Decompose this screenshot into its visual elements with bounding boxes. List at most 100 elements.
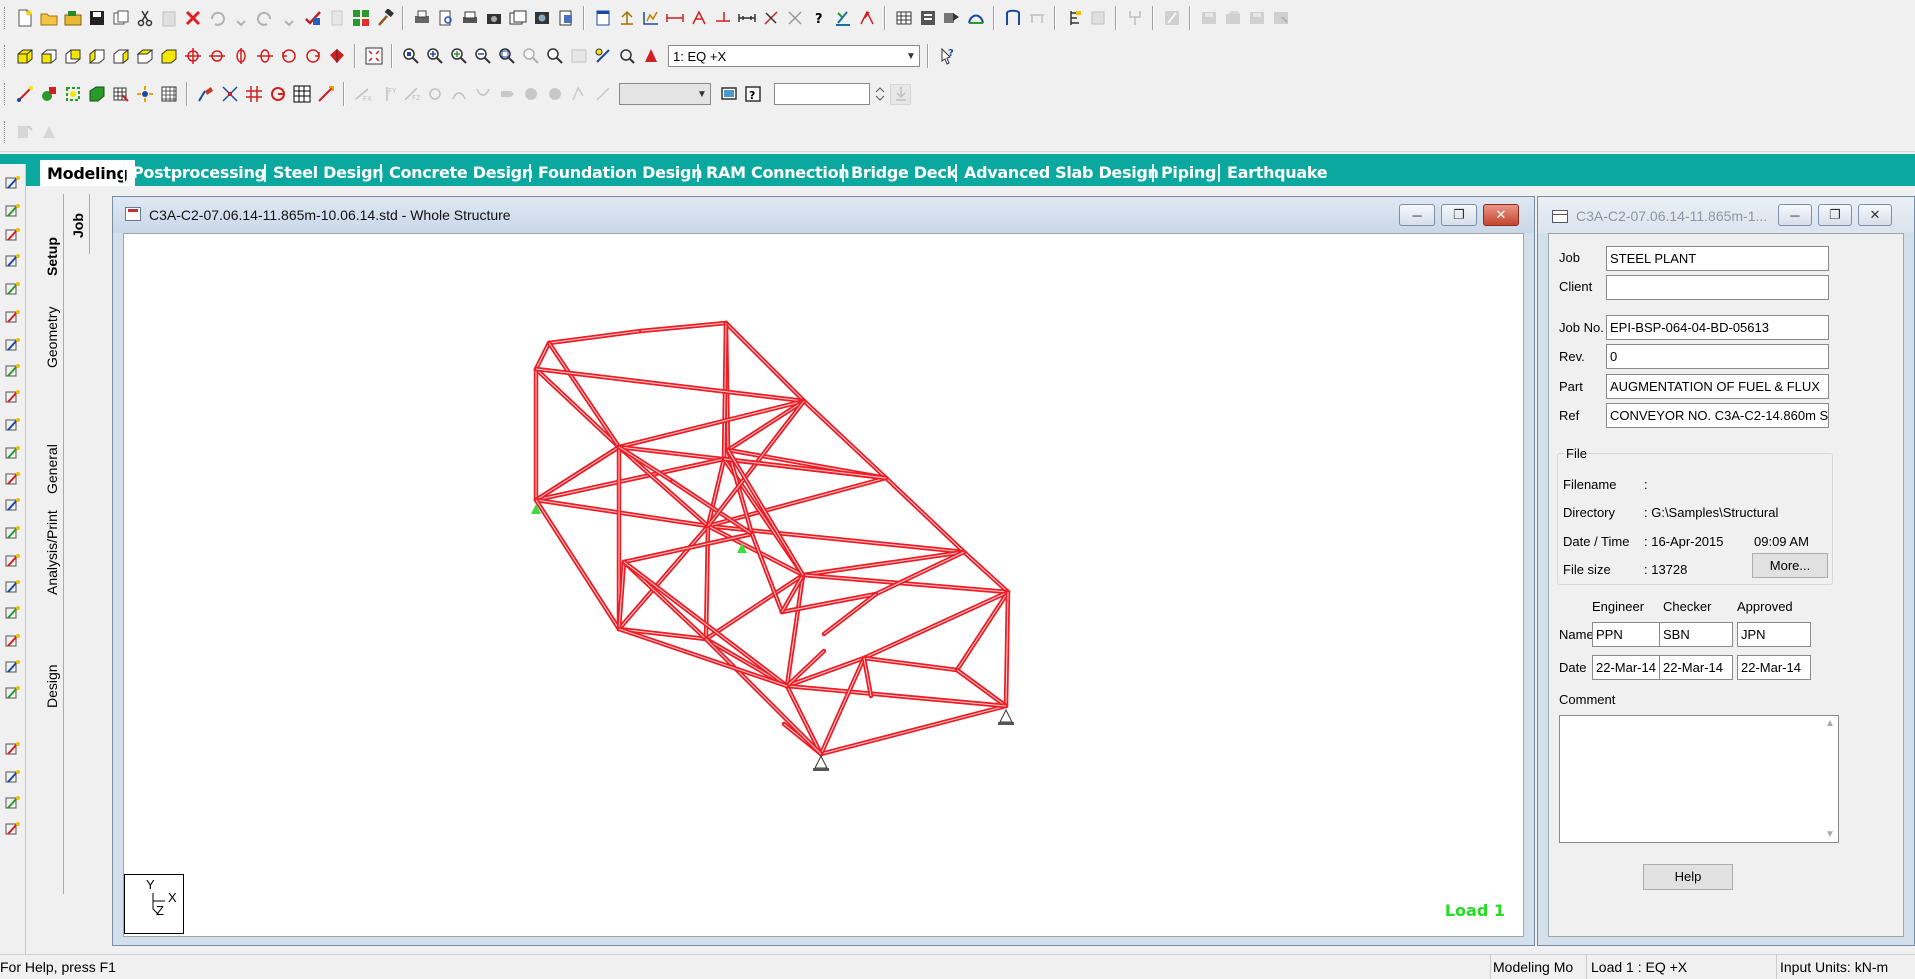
3d-rotate-icon[interactable] <box>326 46 347 67</box>
beam-spec-icon[interactable] <box>688 8 709 29</box>
dimension-icon[interactable] <box>640 8 661 29</box>
solid-add-icon[interactable] <box>4 308 22 326</box>
rotate-left-icon[interactable] <box>230 46 251 67</box>
delete-view-icon[interactable] <box>1246 8 1267 29</box>
magnifier-icon[interactable] <box>592 46 613 67</box>
post-icon[interactable] <box>4 552 22 570</box>
displacement-icon[interactable] <box>568 84 589 105</box>
support-bottom-right[interactable] <box>998 708 1014 725</box>
member-load-icon[interactable] <box>4 794 22 812</box>
spin-right-icon[interactable] <box>302 46 323 67</box>
hammer-icon[interactable] <box>374 8 395 29</box>
toolbar-grip[interactable] <box>4 7 7 29</box>
scroll-down-icon[interactable]: ▼ <box>1825 829 1835 840</box>
report-icon[interactable] <box>4 604 22 622</box>
checker-date-field[interactable]: 22-Mar-14 <box>1659 655 1733 680</box>
my-icon[interactable] <box>448 84 469 105</box>
grid-node-icon[interactable] <box>291 84 312 105</box>
side-tab-job[interactable]: Job <box>70 213 86 238</box>
snap-grid-icon[interactable] <box>195 84 216 105</box>
structure-window-titlebar[interactable]: C3A-C2-07.06.14-11.865m-10.06.14.std - W… <box>113 197 1534 233</box>
force-icon[interactable] <box>496 84 517 105</box>
display-options-icon[interactable] <box>363 46 384 67</box>
add-plate-icon[interactable] <box>243 84 264 105</box>
redo-list-icon[interactable] <box>278 8 299 29</box>
tab-ram-connection[interactable]: RAM Connection <box>700 160 855 186</box>
beams-cursor-icon[interactable] <box>38 84 59 105</box>
zoom-window-icon[interactable] <box>472 46 493 67</box>
export-view-icon[interactable] <box>1270 8 1291 29</box>
job-field[interactable]: STEEL PLANT <box>1606 246 1829 271</box>
camera-icon[interactable] <box>507 8 528 29</box>
design-icon[interactable] <box>4 578 22 596</box>
tab-earthquake[interactable]: Earthquake <box>1221 160 1333 186</box>
paste-icon[interactable] <box>158 8 179 29</box>
tag-off-icon[interactable] <box>760 8 781 29</box>
fz-icon[interactable]: FZ <box>400 84 421 105</box>
node-add-icon[interactable] <box>4 226 22 244</box>
material-icon[interactable] <box>4 496 22 514</box>
beam-add-icon[interactable] <box>4 252 22 270</box>
left-view-icon[interactable] <box>86 46 107 67</box>
job-panel-restore-button[interactable]: ❐ <box>1818 204 1852 226</box>
front-view-icon[interactable] <box>38 46 59 67</box>
zoom-dynamic-icon[interactable] <box>496 46 517 67</box>
moment-icon[interactable] <box>520 84 541 105</box>
part-field[interactable]: AUGMENTATION OF FUEL & FLUX <box>1606 374 1829 399</box>
minimize-button[interactable]: ─ <box>1399 204 1435 226</box>
comment-scrollbar[interactable]: ▲ ▼ <box>1821 716 1838 842</box>
labels-icon[interactable]: ? <box>808 8 829 29</box>
close-button[interactable]: ✕ <box>1483 204 1519 226</box>
bottom-view-icon[interactable] <box>158 46 179 67</box>
node-tag-icon[interactable] <box>664 8 685 29</box>
query-icon[interactable] <box>616 46 637 67</box>
structure-wizard-icon[interactable] <box>350 8 371 29</box>
up-down-icon[interactable] <box>873 84 887 105</box>
solids-cursor-icon[interactable] <box>86 84 107 105</box>
pointer-beams-icon[interactable] <box>4 202 22 220</box>
iso-view-icon[interactable] <box>14 46 35 67</box>
restore-button[interactable]: ❐ <box>1441 204 1477 226</box>
analysis-icon[interactable] <box>941 8 962 29</box>
surfaces-cursor-icon[interactable] <box>110 84 131 105</box>
snapshot-icon[interactable] <box>483 8 504 29</box>
zoom-in-icon[interactable] <box>424 46 445 67</box>
tab-modeling[interactable]: Modeling <box>40 160 135 186</box>
tab-piping[interactable]: Piping <box>1155 160 1222 186</box>
new-file-icon[interactable] <box>14 8 35 29</box>
mx-icon[interactable] <box>424 84 445 105</box>
chevron-down-icon[interactable]: ▼ <box>903 46 919 66</box>
rotate-right-icon[interactable] <box>254 46 275 67</box>
assign-icon[interactable] <box>38 122 59 143</box>
zoom-previous-icon[interactable] <box>520 46 541 67</box>
print-current-icon[interactable] <box>459 8 480 29</box>
side-tab-setup[interactable]: Setup <box>44 237 60 276</box>
job-panel-minimize-button[interactable]: ─ <box>1778 204 1812 226</box>
checker-name-field[interactable]: SBN <box>1659 622 1733 647</box>
toolbar-grip[interactable] <box>4 45 7 67</box>
toolbar-grip[interactable] <box>4 121 7 143</box>
top-view-icon[interactable] <box>134 46 155 67</box>
stair-icon[interactable] <box>1026 8 1047 29</box>
arch-icon[interactable] <box>965 8 986 29</box>
monitor-icon[interactable] <box>718 84 739 105</box>
undo-icon[interactable] <box>206 8 227 29</box>
open-project-icon[interactable] <box>62 8 83 29</box>
approved-name-field[interactable]: JPN <box>1737 622 1811 647</box>
plate-add-icon[interactable] <box>4 280 22 298</box>
structure-drawing[interactable] <box>124 234 1525 938</box>
tab-bridge-deck[interactable]: Bridge Deck <box>845 160 963 186</box>
plug-icon[interactable] <box>1087 8 1108 29</box>
floor-icon[interactable] <box>1063 8 1084 29</box>
spin-left-icon[interactable] <box>278 46 299 67</box>
tab-steel-design[interactable]: Steel Design <box>267 160 389 186</box>
export-icon[interactable] <box>1124 8 1145 29</box>
zoom-extents-icon[interactable] <box>400 46 421 67</box>
surface-add-icon[interactable] <box>4 336 22 354</box>
member-query-icon[interactable] <box>4 632 22 650</box>
redo-icon[interactable] <box>254 8 275 29</box>
import-icon[interactable] <box>1161 8 1182 29</box>
help-button[interactable]: Help <box>1643 864 1733 890</box>
run-icon[interactable] <box>917 8 938 29</box>
undo-list-icon[interactable] <box>230 8 251 29</box>
